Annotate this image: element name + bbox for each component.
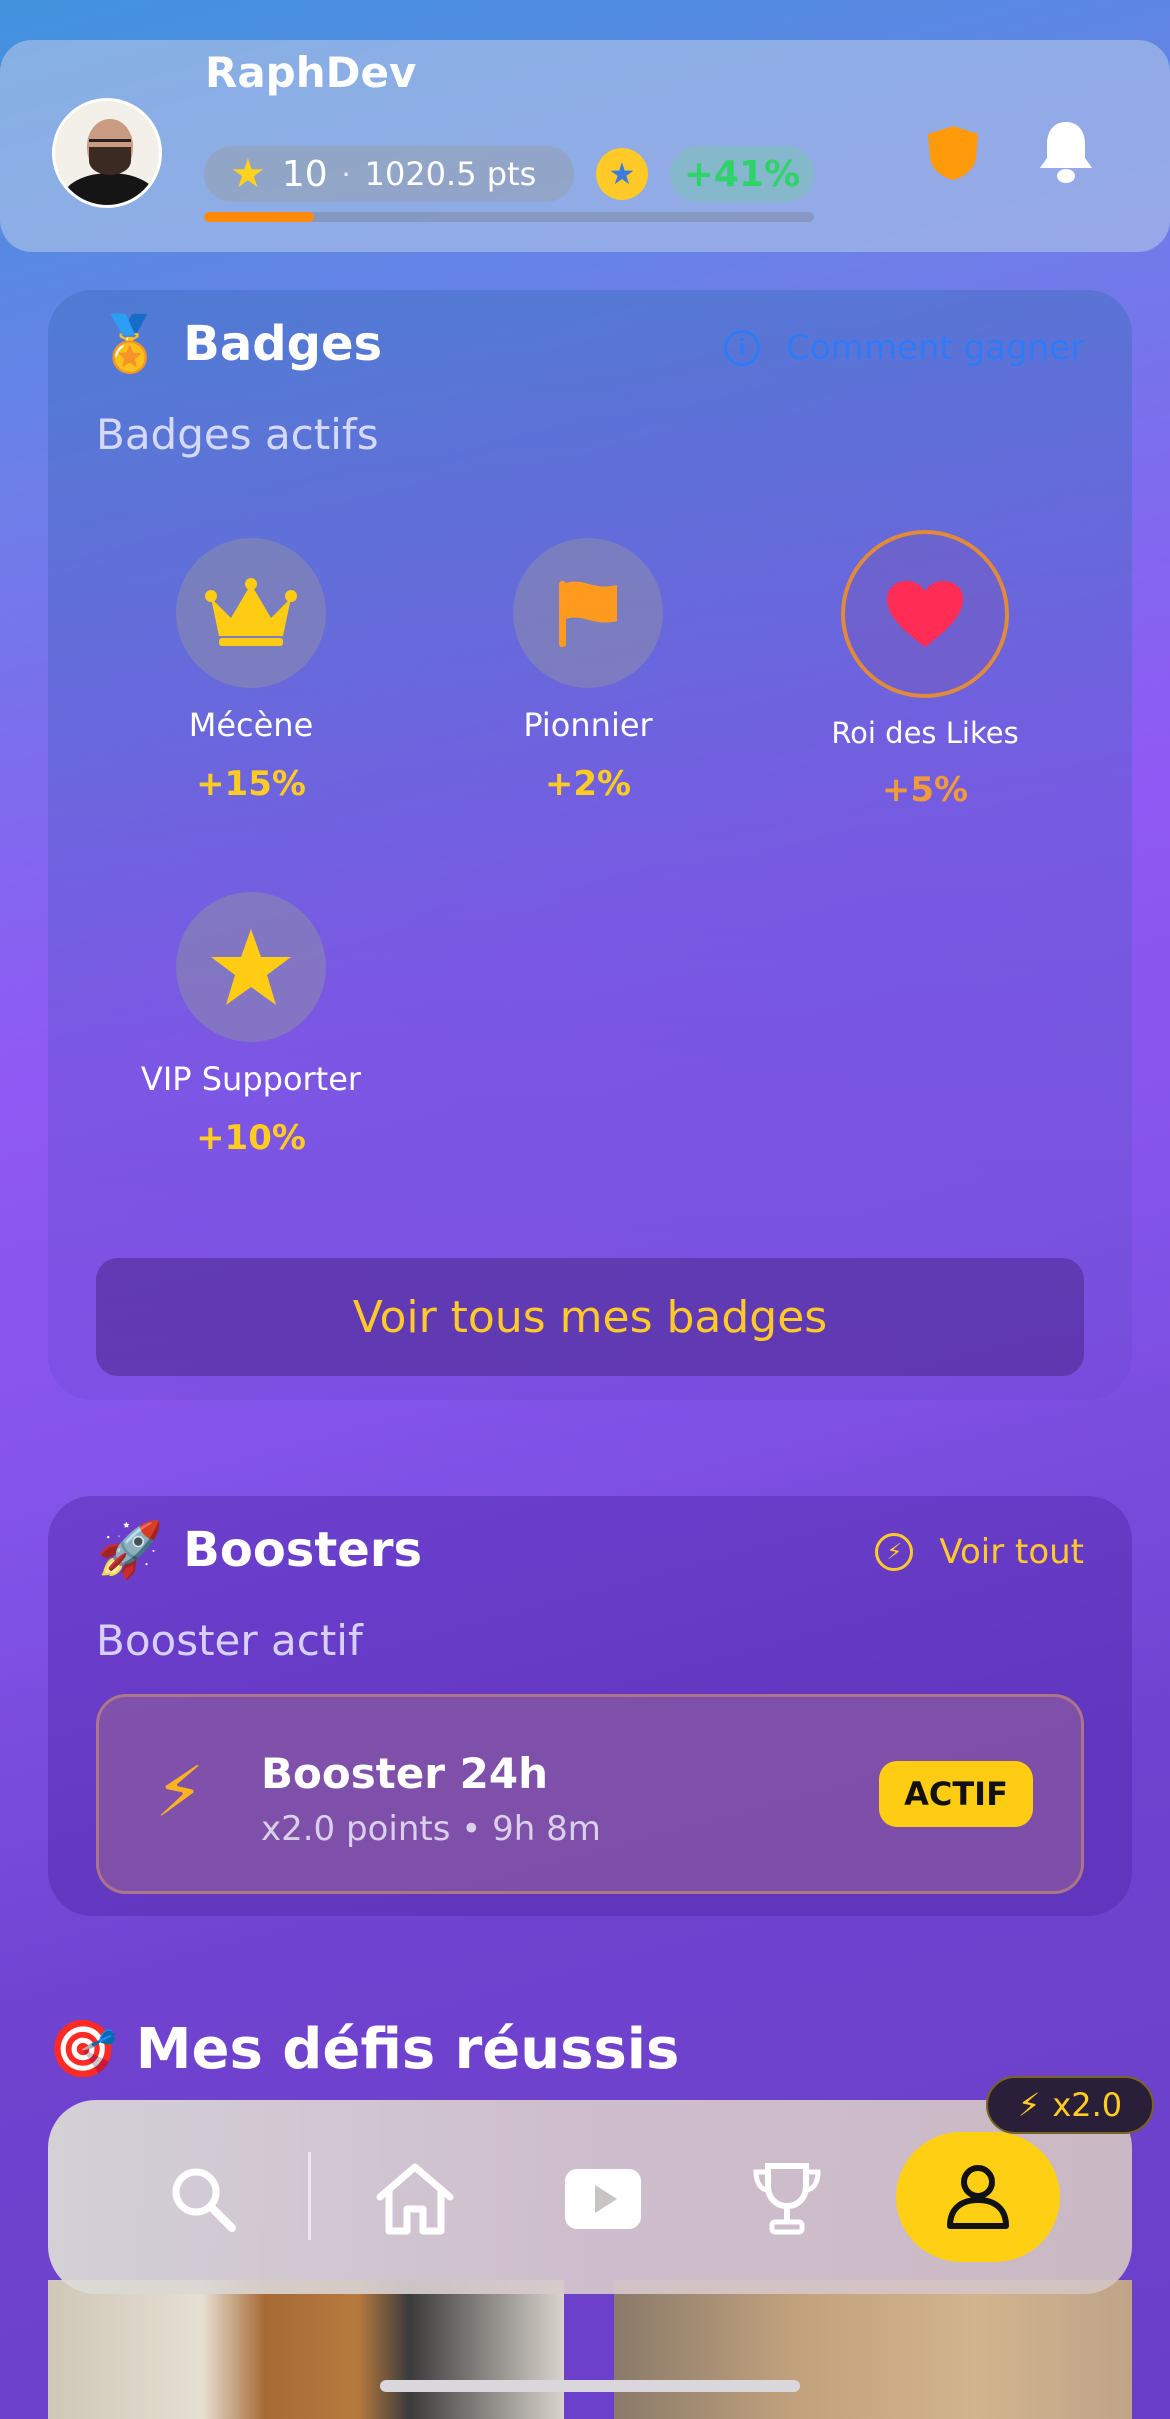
challenges-title: 🎯 Mes défis réussis [48, 2016, 680, 2083]
how-to-earn-label: Comment gagner [786, 328, 1084, 368]
level-star-icon: ★ [230, 151, 266, 197]
heart-icon [887, 581, 963, 647]
see-all-badges-button[interactable]: Voir tous mes badges [96, 1258, 1084, 1376]
nav-search[interactable] [158, 2154, 248, 2244]
multiplier-badge: ⚡ x2.0 [986, 2076, 1154, 2134]
badge-name: Mécène [188, 706, 314, 744]
status-badge: ACTIF [879, 1761, 1033, 1827]
nav-profile[interactable] [896, 2132, 1060, 2262]
badge-circle [176, 538, 326, 688]
star-icon [211, 929, 291, 1005]
home-icon [376, 2163, 454, 2235]
boosters-subtitle: Booster actif [96, 1616, 363, 1665]
see-all-boosters-label: Voir tout [939, 1532, 1084, 1572]
badges-card: 🏅 Badges i Comment gagner Badges actifs … [48, 290, 1132, 1400]
lightning-icon: ⚡ [1017, 2086, 1041, 2124]
bell-icon[interactable] [1036, 118, 1096, 186]
booster-meta: x2.0 points • 9h 8m [261, 1809, 601, 1849]
level-progress-fill [204, 212, 314, 222]
booster-name: Booster 24h [261, 1749, 548, 1798]
crown-icon [205, 578, 297, 646]
shield-icon[interactable] [926, 124, 980, 182]
target-icon: 🎯 [48, 2017, 118, 2082]
badge-circle [176, 892, 326, 1042]
points-value: 1020.5 pts [364, 155, 537, 193]
growth-badge: +41% [670, 146, 814, 202]
level-points-pill: ★ 10 · 1020.5 pts [204, 146, 574, 202]
challenge-photo[interactable] [614, 2280, 1132, 2419]
avatar[interactable] [52, 98, 162, 208]
nav-divider [308, 2152, 311, 2240]
badge-item[interactable]: Pionnier +2% [438, 538, 738, 804]
badge-circle [841, 530, 1009, 698]
star-coin-icon: ★ [596, 148, 648, 200]
badge-item[interactable]: Roi des Likes +5% [775, 530, 1075, 810]
username: RaphDev [205, 48, 417, 97]
boosters-title: 🚀 Boosters [96, 1518, 422, 1582]
badge-circle [513, 538, 663, 688]
boosters-card: 🚀 Boosters ⚡ Voir tout Booster actif ⚡ B… [48, 1496, 1132, 1916]
badges-subtitle: Badges actifs [96, 410, 379, 459]
badge-name: VIP Supporter [140, 1060, 362, 1098]
bottom-nav [48, 2100, 1132, 2294]
level-value: 10 [281, 153, 328, 195]
how-to-earn-link[interactable]: i Comment gagner [724, 328, 1084, 368]
active-booster-item[interactable]: ⚡ Booster 24h x2.0 points • 9h 8m ACTIF [96, 1694, 1084, 1894]
badge-bonus: +5% [881, 770, 969, 810]
search-icon [172, 2168, 236, 2232]
badge-item[interactable]: Mécène +15% [101, 538, 401, 804]
boosters-title-text: Boosters [183, 1522, 423, 1578]
lightning-icon: ⚡ [155, 1751, 205, 1833]
trophy-icon [753, 2163, 821, 2235]
badges-title-text: Badges [183, 316, 383, 372]
badge-bonus: +2% [544, 764, 632, 804]
multiplier-value: x2.0 [1052, 2086, 1123, 2124]
medal-icon: 🏅 [96, 312, 164, 375]
info-icon: i [724, 330, 761, 366]
badge-name: Roi des Likes [831, 716, 1019, 750]
badge-bonus: +10% [196, 1118, 306, 1158]
level-progress-bar [204, 212, 814, 222]
nav-videos[interactable] [558, 2154, 648, 2244]
challenges-title-text: Mes défis réussis [135, 2016, 680, 2082]
profile-icon [947, 2165, 1009, 2229]
nav-home[interactable] [370, 2154, 460, 2244]
separator: · [341, 157, 351, 191]
challenge-photo[interactable] [48, 2280, 564, 2419]
see-all-boosters-link[interactable]: ⚡ Voir tout [875, 1532, 1084, 1572]
badge-name: Pionnier [523, 706, 653, 744]
badges-title: 🏅 Badges [96, 312, 382, 376]
flag-icon [559, 581, 617, 647]
badge-item[interactable]: VIP Supporter +10% [101, 892, 401, 1158]
nav-leaderboard[interactable] [742, 2154, 832, 2244]
home-indicator[interactable] [380, 2380, 800, 2392]
badge-bonus: +15% [196, 764, 306, 804]
bolt-icon: ⚡ [875, 1533, 914, 1571]
video-icon [565, 2169, 641, 2229]
rocket-icon: 🚀 [96, 1518, 164, 1581]
